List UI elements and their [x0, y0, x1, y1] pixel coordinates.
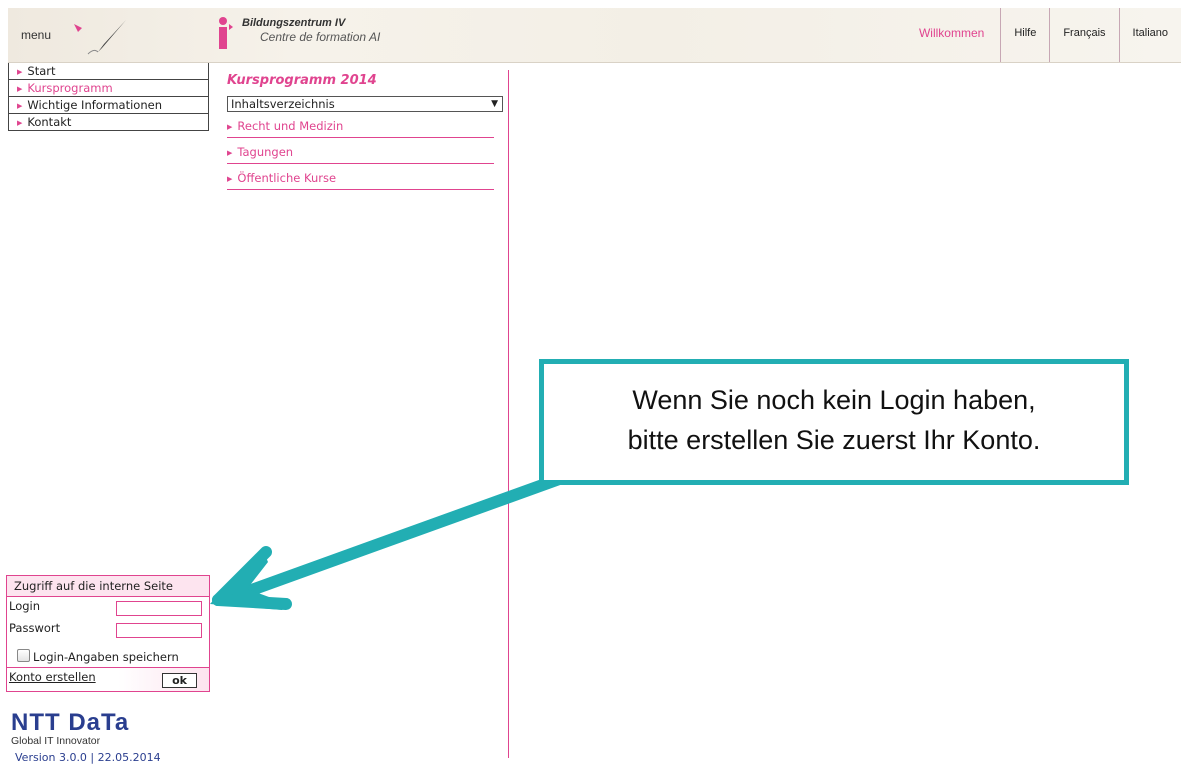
callout-line-1: Wenn Sie noch kein Login haben,: [632, 385, 1036, 415]
callout-box: Wenn Sie noch kein Login haben, bitte er…: [539, 359, 1129, 485]
callout-line-2: bitte erstellen Sie zuerst Ihr Konto.: [627, 425, 1041, 455]
